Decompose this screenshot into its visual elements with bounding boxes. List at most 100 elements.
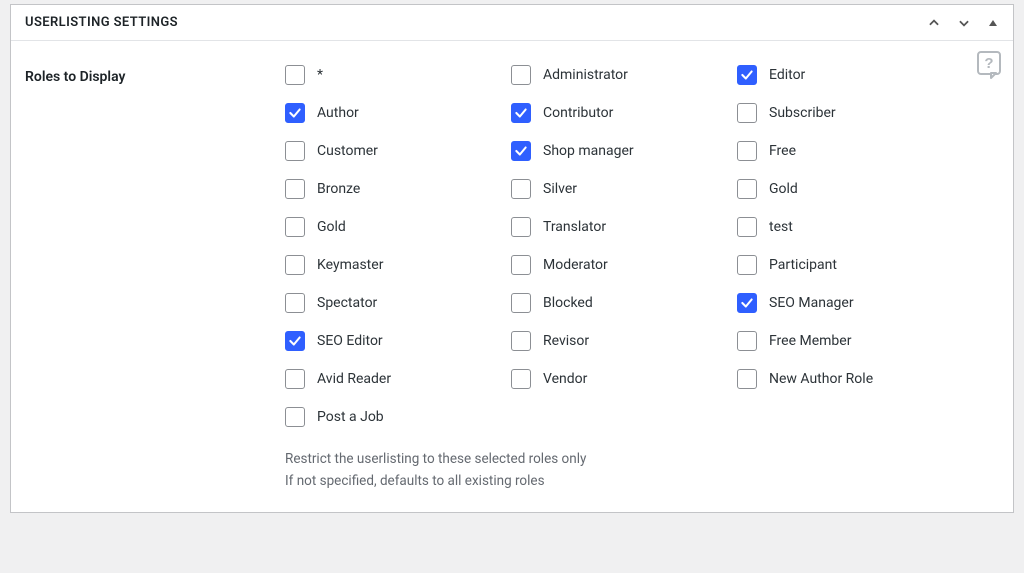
checkbox[interactable]	[737, 331, 757, 351]
checkbox-label: Avid Reader	[317, 371, 391, 387]
svg-text:?: ?	[984, 55, 993, 72]
checkbox-label: *	[317, 67, 323, 83]
role-checkbox-item: Contributor	[511, 103, 737, 123]
role-checkbox-item: Silver	[511, 179, 737, 199]
checkbox-label: Contributor	[543, 105, 613, 121]
role-checkbox-item: Avid Reader	[285, 369, 511, 389]
panel-body: ? Roles to Display * Author Customer Bronze…	[11, 41, 1013, 512]
role-checkbox-item: Bronze	[285, 179, 511, 199]
checkbox-label: Shop manager	[543, 143, 634, 159]
role-checkbox-item: Vendor	[511, 369, 737, 389]
checkbox-label: Gold	[317, 219, 346, 235]
role-checkbox-item: Gold	[737, 179, 963, 199]
roles-column: * Author Customer Bronze Gold Keymaster Specta…	[285, 65, 511, 427]
checkbox-label: Blocked	[543, 295, 593, 311]
role-checkbox-item: Blocked	[511, 293, 737, 313]
checkbox[interactable]	[737, 369, 757, 389]
checkbox-label: test	[769, 219, 793, 235]
checkbox-label: Subscriber	[769, 105, 836, 121]
checkbox[interactable]	[511, 331, 531, 351]
checkbox-label: Keymaster	[317, 257, 383, 273]
checkbox[interactable]	[511, 103, 531, 123]
checkbox[interactable]	[511, 65, 531, 85]
checkbox[interactable]	[285, 369, 305, 389]
checkbox[interactable]	[737, 141, 757, 161]
checkbox[interactable]	[737, 217, 757, 237]
checkbox-label: Free	[769, 143, 796, 159]
panel-controls	[927, 16, 999, 30]
checkbox[interactable]	[737, 103, 757, 123]
role-checkbox-item: Translator	[511, 217, 737, 237]
checkbox-label: Participant	[769, 257, 837, 273]
checkbox-label: Editor	[769, 67, 805, 83]
role-checkbox-item: New Author Role	[737, 369, 963, 389]
role-checkbox-item: Gold	[285, 217, 511, 237]
role-checkbox-item: SEO Editor	[285, 331, 511, 351]
desc-line: If not specified, defaults to all existi…	[285, 471, 999, 493]
checkbox[interactable]	[285, 407, 305, 427]
checkbox[interactable]	[285, 331, 305, 351]
checkbox-label: SEO Editor	[317, 333, 383, 349]
checkbox[interactable]	[511, 217, 531, 237]
role-checkbox-item: Author	[285, 103, 511, 123]
checkbox-label: Bronze	[317, 181, 360, 197]
role-checkbox-item: test	[737, 217, 963, 237]
roles-field-content: * Author Customer Bronze Gold Keymaster Specta…	[285, 65, 999, 492]
role-checkbox-item: SEO Manager	[737, 293, 963, 313]
checkbox-label: Free Member	[769, 333, 851, 349]
panel-title: USERLISTING SETTINGS	[25, 15, 178, 30]
roles-grid: * Author Customer Bronze Gold Keymaster Specta…	[285, 65, 999, 427]
role-checkbox-item: Free	[737, 141, 963, 161]
roles-field-label: Roles to Display	[25, 65, 285, 85]
role-checkbox-item: Editor	[737, 65, 963, 85]
role-checkbox-item: Moderator	[511, 255, 737, 275]
checkbox[interactable]	[511, 255, 531, 275]
checkbox-label: Gold	[769, 181, 798, 197]
checkbox[interactable]	[511, 293, 531, 313]
roles-column: Editor Subscriber Free Gold test Participant S…	[737, 65, 963, 427]
checkbox[interactable]	[737, 255, 757, 275]
role-checkbox-item: Spectator	[285, 293, 511, 313]
role-checkbox-item: Post a Job	[285, 407, 511, 427]
checkbox-label: Vendor	[543, 371, 587, 387]
checkbox[interactable]	[511, 141, 531, 161]
checkbox[interactable]	[285, 179, 305, 199]
checkbox-label: Post a Job	[317, 409, 384, 425]
move-up-icon[interactable]	[927, 16, 941, 30]
checkbox[interactable]	[737, 179, 757, 199]
role-checkbox-item: Revisor	[511, 331, 737, 351]
checkbox[interactable]	[285, 103, 305, 123]
checkbox[interactable]	[511, 179, 531, 199]
checkbox-label: Silver	[543, 181, 577, 197]
checkbox-label: Administrator	[543, 67, 628, 83]
role-checkbox-item: Keymaster	[285, 255, 511, 275]
checkbox-label: New Author Role	[769, 371, 873, 387]
checkbox[interactable]	[737, 65, 757, 85]
checkbox-label: Author	[317, 105, 359, 121]
checkbox-label: Customer	[317, 143, 378, 159]
role-checkbox-item: Participant	[737, 255, 963, 275]
collapse-icon[interactable]	[987, 17, 999, 29]
checkbox[interactable]	[285, 65, 305, 85]
field-description: Restrict the userlisting to these select…	[285, 449, 999, 492]
checkbox[interactable]	[285, 217, 305, 237]
checkbox[interactable]	[285, 255, 305, 275]
checkbox[interactable]	[737, 293, 757, 313]
desc-line: Restrict the userlisting to these select…	[285, 449, 999, 471]
checkbox[interactable]	[285, 141, 305, 161]
roles-field-row: Roles to Display * Author Customer Bronze Go…	[25, 65, 999, 492]
panel-header: USERLISTING SETTINGS	[11, 5, 1013, 41]
checkbox[interactable]	[511, 369, 531, 389]
role-checkbox-item: Customer	[285, 141, 511, 161]
role-checkbox-item: Free Member	[737, 331, 963, 351]
roles-column: Administrator Contributor Shop manager Silv…	[511, 65, 737, 427]
move-down-icon[interactable]	[957, 16, 971, 30]
help-icon[interactable]: ?	[977, 51, 1001, 83]
settings-panel: USERLISTING SETTINGS ? Roles to Display	[10, 4, 1014, 513]
role-checkbox-item: Administrator	[511, 65, 737, 85]
role-checkbox-item: *	[285, 65, 511, 85]
checkbox[interactable]	[285, 293, 305, 313]
checkbox-label: Revisor	[543, 333, 589, 349]
checkbox-label: SEO Manager	[769, 295, 854, 311]
checkbox-label: Spectator	[317, 295, 377, 311]
